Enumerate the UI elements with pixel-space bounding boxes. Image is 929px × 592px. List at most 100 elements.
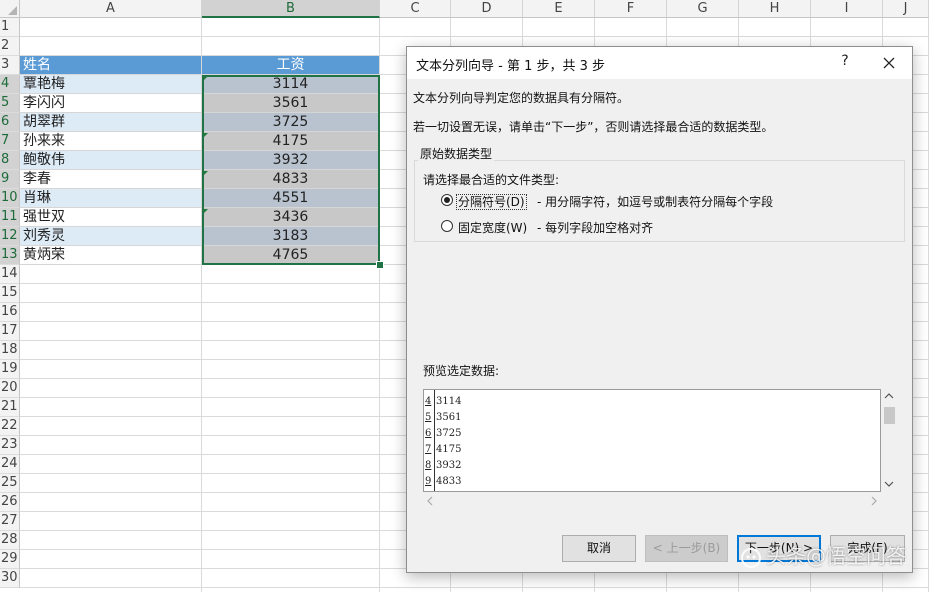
preview-horizontal-scrollbar[interactable] bbox=[423, 493, 881, 507]
salary-value: 3114 bbox=[272, 76, 309, 92]
salary-cell[interactable]: 3114 bbox=[202, 75, 380, 94]
text-to-columns-wizard-dialog: 文本分列向导 - 第 1 步，共 3 步 ? 文本分列向导判定您的数据具有分隔符… bbox=[406, 46, 913, 573]
watermark-logo-icon bbox=[741, 547, 761, 568]
select-all-corner[interactable] bbox=[0, 0, 20, 18]
salary-cell[interactable]: 4833 bbox=[202, 170, 380, 189]
error-indicator-icon[interactable] bbox=[203, 133, 208, 138]
salary-value: 3436 bbox=[272, 209, 309, 225]
column-header-d[interactable]: D bbox=[451, 0, 523, 18]
dialog-titlebar[interactable]: 文本分列向导 - 第 1 步，共 3 步 ? bbox=[407, 47, 912, 79]
scroll-up-icon[interactable] bbox=[884, 392, 894, 400]
row-header-2[interactable]: 2 bbox=[0, 37, 20, 56]
column-header-i[interactable]: I bbox=[811, 0, 883, 18]
error-indicator-icon[interactable] bbox=[203, 209, 208, 214]
fixed-width-description: - 每列字段加空格对齐 bbox=[537, 221, 654, 235]
row-header-30[interactable]: 30 bbox=[0, 569, 20, 588]
radio-delimited[interactable] bbox=[441, 194, 453, 206]
group-title: 原始数据类型 bbox=[418, 145, 495, 162]
row-header-17[interactable]: 17 bbox=[0, 322, 20, 341]
salary-cell[interactable]: 4175 bbox=[202, 132, 380, 151]
row-header-25[interactable]: 25 bbox=[0, 474, 20, 493]
scroll-down-icon[interactable] bbox=[884, 480, 894, 488]
salary-cell[interactable]: 3561 bbox=[202, 94, 380, 113]
row-header-9[interactable]: 9 bbox=[0, 170, 20, 189]
row-header-8[interactable]: 8 bbox=[0, 151, 20, 170]
delimited-label[interactable]: 分隔符号(D) bbox=[456, 194, 527, 210]
name-cell[interactable]: 胡翠群 bbox=[20, 113, 202, 132]
salary-cell[interactable]: 3932 bbox=[202, 151, 380, 170]
column-header-e[interactable]: E bbox=[523, 0, 595, 18]
fill-handle[interactable] bbox=[376, 261, 384, 269]
data-preview-pane[interactable]: 4 3114 5 3561 6 3725 7 4175 8 3932 9 4833 bbox=[423, 389, 881, 492]
salary-cell[interactable]: 4765 bbox=[202, 246, 380, 265]
salary-cell[interactable]: 4551 bbox=[202, 189, 380, 208]
name-cell[interactable]: 黄炳荣 bbox=[20, 246, 202, 265]
radio-fixed-width[interactable] bbox=[441, 220, 453, 232]
row-header-26[interactable]: 26 bbox=[0, 493, 20, 512]
column-header-a[interactable]: A bbox=[20, 0, 202, 18]
salary-cell[interactable]: 3436 bbox=[202, 208, 380, 227]
row-header-11[interactable]: 11 bbox=[0, 208, 20, 227]
name-cell[interactable]: 李春 bbox=[20, 170, 202, 189]
column-header-c[interactable]: C bbox=[380, 0, 451, 18]
cancel-button[interactable]: 取消 bbox=[562, 535, 636, 562]
row-header-24[interactable]: 24 bbox=[0, 455, 20, 474]
name-cell[interactable]: 孙来来 bbox=[20, 132, 202, 151]
column-header-g[interactable]: G bbox=[667, 0, 739, 18]
row-header-20[interactable]: 20 bbox=[0, 379, 20, 398]
preview-row-number: 5 bbox=[425, 412, 432, 423]
name-cell[interactable]: 肖琳 bbox=[20, 189, 202, 208]
row-header-10[interactable]: 10 bbox=[0, 189, 20, 208]
name-cell[interactable]: 强世双 bbox=[20, 208, 202, 227]
row-header-1[interactable]: 1 bbox=[0, 18, 20, 37]
salary-value: 4833 bbox=[272, 171, 309, 187]
row-header-19[interactable]: 19 bbox=[0, 360, 20, 379]
intro-text-2: 若一切设置无误，请单击“下一步”，否则请选择最合适的数据类型。 bbox=[413, 120, 774, 134]
name-cell[interactable]: 刘秀灵 bbox=[20, 227, 202, 246]
row-header-7[interactable]: 7 bbox=[0, 132, 20, 151]
vertical-scroll-thumb[interactable] bbox=[884, 407, 895, 424]
column-header-b[interactable]: B bbox=[202, 0, 380, 18]
row-header-4[interactable]: 4 bbox=[0, 75, 20, 94]
row-header-18[interactable]: 18 bbox=[0, 341, 20, 360]
salary-cell[interactable]: 3725 bbox=[202, 113, 380, 132]
name-cell[interactable]: 鲍敬伟 bbox=[20, 151, 202, 170]
preview-row-value: 3725 bbox=[436, 428, 462, 439]
column-header-h[interactable]: H bbox=[739, 0, 811, 18]
row-header-13[interactable]: 13 bbox=[0, 246, 20, 265]
column-header-j[interactable]: J bbox=[883, 0, 929, 18]
row-header-16[interactable]: 16 bbox=[0, 303, 20, 322]
close-icon bbox=[883, 57, 895, 69]
row-header-28[interactable]: 28 bbox=[0, 531, 20, 550]
preview-row-number: 9 bbox=[425, 476, 432, 487]
back-button[interactable]: < 上一步(B) bbox=[645, 535, 728, 562]
close-button[interactable] bbox=[877, 51, 901, 75]
row-header-23[interactable]: 23 bbox=[0, 436, 20, 455]
fixed-width-label[interactable]: 固定宽度(W) bbox=[458, 219, 527, 236]
row-header-14[interactable]: 14 bbox=[0, 265, 20, 284]
row-header-5[interactable]: 5 bbox=[0, 94, 20, 113]
row-header-29[interactable]: 29 bbox=[0, 550, 20, 569]
name-cell[interactable]: 覃艳梅 bbox=[20, 75, 202, 94]
watermark-text: 头条@悟空问答 bbox=[766, 544, 906, 568]
row-header-6[interactable]: 6 bbox=[0, 113, 20, 132]
preview-row-number: 7 bbox=[425, 444, 432, 455]
preview-vertical-scrollbar[interactable] bbox=[881, 389, 898, 492]
cell-b3-header-salary[interactable]: 工资 bbox=[202, 56, 380, 75]
row-header-15[interactable]: 15 bbox=[0, 284, 20, 303]
row-header-27[interactable]: 27 bbox=[0, 512, 20, 531]
error-indicator-icon[interactable] bbox=[203, 171, 208, 176]
row-header-12[interactable]: 12 bbox=[0, 227, 20, 246]
name-cell[interactable]: 李闪闪 bbox=[20, 94, 202, 113]
row-header-22[interactable]: 22 bbox=[0, 417, 20, 436]
scroll-left-icon[interactable] bbox=[426, 496, 434, 506]
cell-a3-header-name[interactable]: 姓名 bbox=[20, 56, 202, 75]
row-header-3[interactable]: 3 bbox=[0, 56, 20, 75]
column-header-f[interactable]: F bbox=[595, 0, 667, 18]
scroll-right-icon[interactable] bbox=[870, 496, 878, 506]
help-button[interactable]: ? bbox=[835, 53, 855, 73]
row-header-21[interactable]: 21 bbox=[0, 398, 20, 417]
preview-row-value: 3932 bbox=[436, 460, 462, 471]
salary-cell[interactable]: 3183 bbox=[202, 227, 380, 246]
error-indicator-icon[interactable] bbox=[203, 76, 208, 81]
